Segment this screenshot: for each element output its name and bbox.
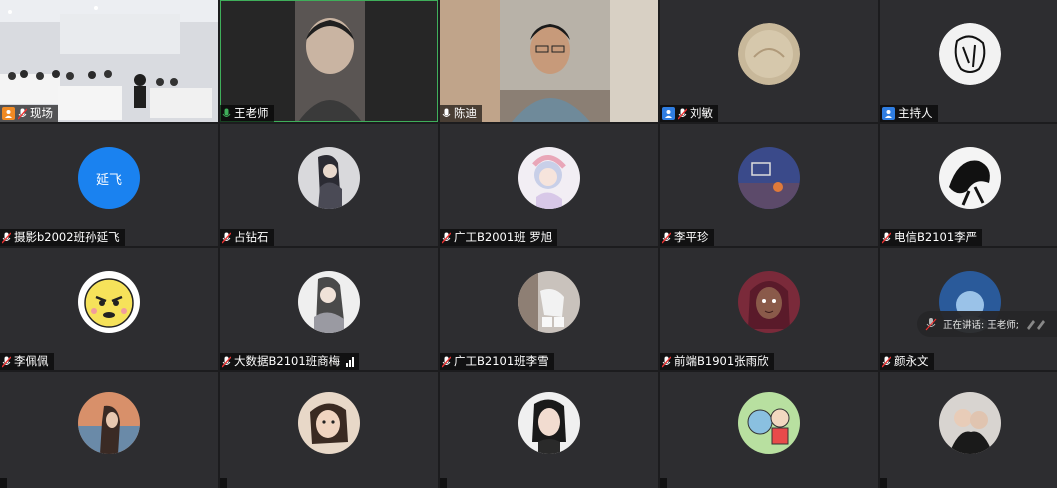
participant-label: 刘敏 (660, 105, 718, 122)
participant-name: 广工B2101班李雪 (454, 354, 549, 368)
signal-icon (346, 356, 355, 367)
participant-label (0, 478, 7, 488)
participant-tile[interactable]: 大数据B2101班商梅 (220, 248, 438, 370)
participant-label (880, 478, 887, 488)
participant-tile[interactable] (880, 372, 1057, 488)
participant-label: 陈迪 (440, 105, 482, 122)
avatar (738, 23, 800, 85)
avatar (738, 271, 800, 333)
speaking-indicator: 正在讲话: 王老师; (917, 311, 1057, 337)
participant-name: 王老师 (234, 106, 269, 120)
video-grid: 现场 王老师 陈迪 刘敏 主持人 延飞 摄影b2002班孙延飞 占钻石 广工B2… (0, 0, 1057, 488)
avatar (518, 147, 580, 209)
participant-name: 陈迪 (454, 106, 477, 120)
mic-muted-icon (882, 232, 891, 243)
mic-icon (222, 108, 231, 117)
avatar (298, 271, 360, 333)
participant-label: 前端B1901张雨欣 (660, 353, 774, 370)
participant-label: 颜永文 (880, 353, 934, 370)
participant-name: 摄影b2002班孙延飞 (14, 230, 120, 244)
mic-muted-icon (2, 356, 11, 367)
participant-tile[interactable]: 颜永文 (880, 248, 1057, 370)
participant-name: 颜永文 (894, 354, 929, 368)
participant-tile[interactable]: 李佩佩 (0, 248, 218, 370)
mic-muted-icon (882, 356, 891, 367)
participant-label (220, 478, 227, 488)
participant-label: 大数据B2101班商梅 (220, 353, 360, 370)
mic-muted-icon (925, 318, 937, 331)
avatar (518, 392, 580, 454)
participant-label: 占钻石 (220, 229, 274, 246)
mic-muted-icon (222, 232, 231, 243)
teacher-video (220, 0, 438, 122)
participant-tile[interactable] (660, 372, 878, 488)
participant-tile[interactable]: 主持人 (880, 0, 1057, 122)
avatar (78, 392, 140, 454)
participant-label (660, 478, 667, 488)
mic-muted-icon (2, 232, 11, 243)
avatar: 延飞 (78, 147, 140, 209)
participant-name: 广工B2001班 罗旭 (454, 230, 553, 244)
mic-muted-icon (678, 108, 687, 119)
avatar (298, 392, 360, 454)
participant-video (440, 0, 658, 122)
mic-muted-icon (222, 356, 231, 367)
mic-muted-icon (662, 232, 671, 243)
classroom-video (0, 0, 218, 122)
participant-tile[interactable]: 王老师 (220, 0, 438, 122)
participant-label: 电信B2101李严 (880, 229, 983, 246)
participant-tile[interactable]: 占钻石 (220, 124, 438, 246)
avatar (78, 271, 140, 333)
participant-label: 现场 (0, 105, 58, 122)
participant-tile[interactable]: 刘敏 (660, 0, 878, 122)
participant-tile[interactable]: 延飞 摄影b2002班孙延飞 (0, 124, 218, 246)
participant-name: 李平珍 (674, 230, 709, 244)
participant-tile[interactable] (440, 372, 658, 488)
avatar (298, 147, 360, 209)
speaking-text: 正在讲话: 王老师; (943, 320, 1019, 331)
participant-name: 前端B1901张雨欣 (674, 354, 769, 368)
speaker-wave-icon (1026, 320, 1045, 330)
participant-label: 主持人 (880, 105, 938, 122)
avatar (738, 147, 800, 209)
participant-tile[interactable]: 广工B2001班 罗旭 (440, 124, 658, 246)
participant-tile[interactable] (0, 372, 218, 488)
avatar (938, 392, 1001, 454)
user-icon (882, 107, 895, 120)
participant-label (440, 478, 447, 488)
participant-name: 现场 (30, 106, 53, 120)
user-icon (2, 107, 15, 120)
user-icon (662, 107, 675, 120)
participant-tile[interactable]: 广工B2101班李雪 (440, 248, 658, 370)
participant-tile[interactable]: 现场 (0, 0, 218, 122)
participant-tile[interactable] (220, 372, 438, 488)
participant-tile[interactable]: 陈迪 (440, 0, 658, 122)
participant-label: 广工B2001班 罗旭 (440, 229, 558, 246)
mic-muted-icon (18, 108, 27, 119)
participant-name: 刘敏 (690, 106, 713, 120)
mic-icon (442, 108, 451, 117)
participant-label: 李佩佩 (0, 353, 54, 370)
avatar (938, 147, 1001, 209)
mic-muted-icon (662, 356, 671, 367)
participant-name: 大数据B2101班商梅 (234, 354, 341, 368)
participant-label: 李平珍 (660, 229, 714, 246)
participant-tile[interactable]: 李平珍 (660, 124, 878, 246)
participant-label: 广工B2101班李雪 (440, 353, 554, 370)
participant-label: 王老师 (220, 105, 274, 122)
participant-name: 占钻石 (234, 230, 269, 244)
participant-name: 李佩佩 (14, 354, 49, 368)
mic-muted-icon (442, 356, 451, 367)
avatar (938, 23, 1001, 85)
participant-tile[interactable]: 前端B1901张雨欣 (660, 248, 878, 370)
participant-name: 主持人 (898, 106, 933, 120)
participant-tile[interactable]: 电信B2101李严 (880, 124, 1057, 246)
avatar (518, 271, 580, 333)
participant-name: 电信B2101李严 (894, 230, 978, 244)
avatar (738, 392, 800, 454)
mic-muted-icon (442, 232, 451, 243)
participant-label: 摄影b2002班孙延飞 (0, 229, 125, 246)
